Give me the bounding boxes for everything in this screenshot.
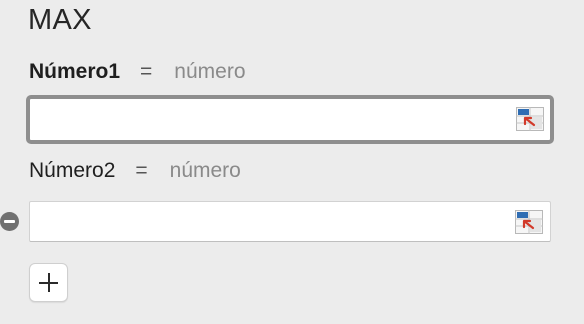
argument-2-name: Número2 (29, 159, 116, 182)
argument-1-name: Número1 (29, 60, 121, 83)
argument-row-2: Número2 = número (29, 158, 241, 184)
argument-2-field[interactable] (29, 201, 551, 242)
argument-2-equals: = (135, 159, 148, 182)
argument-1-field[interactable] (26, 95, 554, 144)
argument-1-equals: = (140, 60, 153, 83)
minus-circle-icon[interactable] (0, 212, 19, 231)
plus-icon[interactable] (29, 263, 68, 302)
range-select-icon[interactable] (516, 107, 544, 131)
range-select-icon[interactable] (515, 210, 543, 234)
function-title: MAX (28, 4, 92, 36)
argument-2-type: número (169, 159, 241, 182)
argument-row-1: Número1 = número (29, 59, 246, 85)
argument-1-type: número (174, 60, 246, 83)
